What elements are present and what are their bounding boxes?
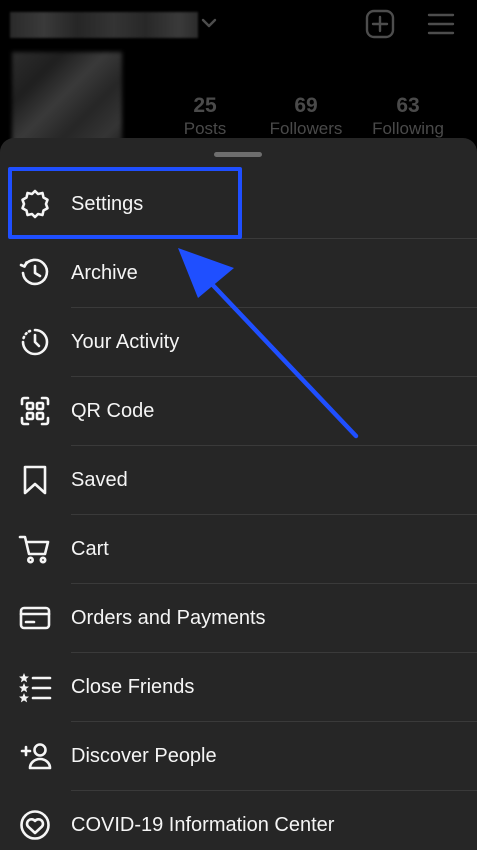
activity-icon — [18, 325, 52, 359]
menu-item-label: QR Code — [71, 400, 155, 422]
menu-item-label: Close Friends — [71, 676, 195, 698]
close-friends-icon — [18, 670, 52, 704]
sheet-grabber[interactable] — [214, 152, 262, 157]
menu-item-saved[interactable]: Saved — [0, 446, 477, 515]
stat-followers[interactable]: 69 Followers — [256, 94, 356, 140]
avatar[interactable] — [12, 52, 122, 152]
hamburger-icon[interactable] — [427, 11, 455, 37]
stat-value: 63 — [396, 94, 420, 117]
cart-icon — [18, 532, 52, 566]
menu-item-label: Cart — [71, 538, 109, 560]
stat-label: Followers — [269, 119, 343, 138]
covid-info-icon — [18, 808, 52, 842]
add-person-icon — [18, 739, 52, 773]
bookmark-icon — [18, 463, 52, 497]
annotation-arrow-icon — [178, 248, 359, 439]
stat-label: Posts — [183, 119, 227, 138]
qr-code-icon — [18, 394, 52, 428]
menu-item-covid-info[interactable]: COVID-19 Information Center — [0, 791, 477, 850]
menu-item-label: Your Activity — [71, 331, 180, 353]
new-post-icon[interactable] — [365, 9, 395, 39]
menu-item-orders-and-payments[interactable]: Orders and Payments — [0, 584, 477, 653]
settings-highlight-box — [8, 167, 242, 239]
stat-posts[interactable]: 25 Posts — [155, 94, 255, 140]
menu-item-label: Orders and Payments — [71, 607, 266, 629]
chevron-down-icon[interactable] — [200, 16, 218, 30]
menu-item-close-friends[interactable]: Close Friends — [0, 653, 477, 722]
menu-item-label: Discover People — [71, 745, 217, 767]
menu-item-discover-people[interactable]: Discover People — [0, 722, 477, 791]
menu-item-cart[interactable]: Cart — [0, 515, 477, 584]
stat-value: 25 — [193, 94, 217, 117]
archive-icon — [18, 256, 52, 290]
menu-item-label: Archive — [71, 262, 138, 284]
screen: 25 Posts 69 Followers 63 Following Setti… — [0, 0, 477, 850]
stat-following[interactable]: 63 Following — [358, 94, 458, 140]
menu-item-label: COVID-19 Information Center — [71, 814, 335, 836]
menu-item-label: Saved — [71, 469, 128, 491]
stat-label: Following — [372, 119, 444, 138]
username-blurred[interactable] — [10, 12, 198, 38]
stat-value: 69 — [294, 94, 318, 117]
profile-header: 25 Posts 69 Followers 63 Following — [0, 0, 477, 152]
card-icon — [18, 601, 52, 635]
